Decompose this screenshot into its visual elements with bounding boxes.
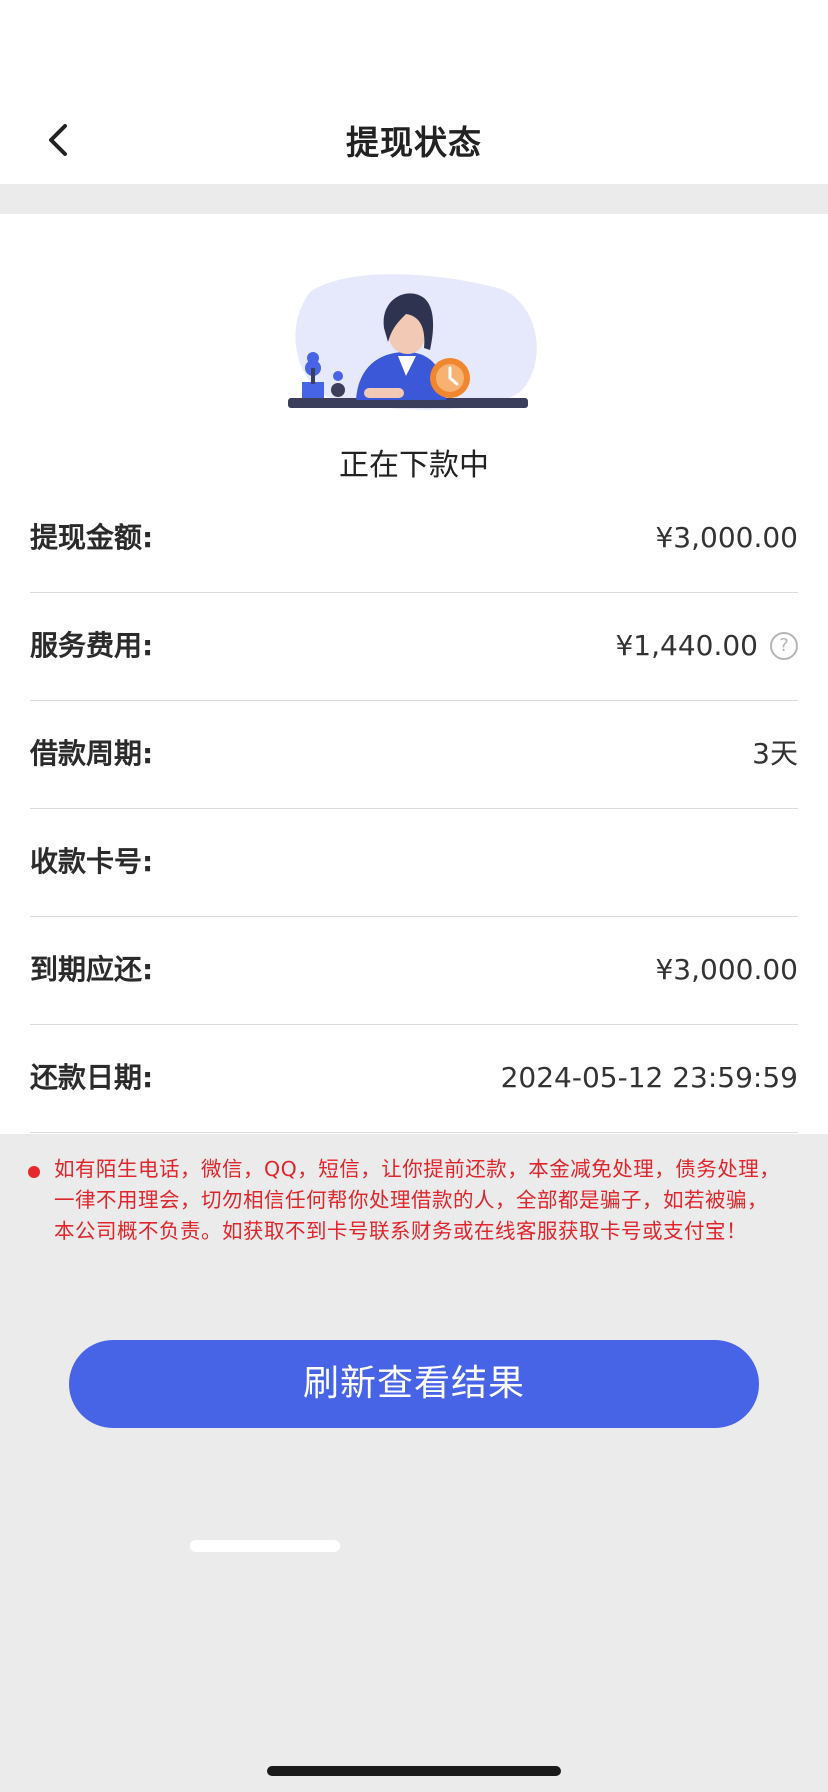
page-title: 提现状态 xyxy=(346,123,482,162)
home-indicator xyxy=(267,1766,561,1776)
redaction-mark xyxy=(190,1540,340,1552)
detail-row-due-date: 还款日期: 2024-05-12 23:59:59 xyxy=(30,1024,798,1133)
row-label: 借款周期: xyxy=(30,737,154,770)
status-card: 正在下款中 提现金额: ¥3,000.00 服务费用: ¥1,440.00 ? … xyxy=(0,214,828,1134)
row-value: ¥3,000.00 xyxy=(655,953,798,986)
row-label: 提现金额: xyxy=(30,521,154,554)
detail-row-amount: 提现金额: ¥3,000.00 xyxy=(30,484,798,593)
notice-text: 如有陌生电话，微信，QQ，短信，让你提前还款，本金减免处理，债务处理，一律不用理… xyxy=(54,1157,781,1243)
row-label: 收款卡号: xyxy=(30,845,154,878)
detail-row-service-fee: 服务费用: ¥1,440.00 ? xyxy=(30,592,798,701)
question-circle-icon[interactable]: ? xyxy=(770,632,798,660)
detail-row-due-amount: 到期应还: ¥3,000.00 xyxy=(30,916,798,1025)
detail-row-card-number: 收款卡号: xyxy=(30,808,798,917)
warning-dot-icon xyxy=(28,1166,40,1178)
status-text: 正在下款中 xyxy=(339,448,489,483)
detail-row-period: 借款周期: 3天 xyxy=(30,700,798,809)
row-value: 2024-05-12 23:59:59 xyxy=(500,1061,798,1094)
row-label: 还款日期: xyxy=(30,1061,154,1094)
row-label: 到期应还: xyxy=(30,953,154,986)
warning-notice: 如有陌生电话，微信，QQ，短信，让你提前还款，本金减免处理，债务处理，一律不用理… xyxy=(28,1154,788,1247)
row-value-wrap: ¥1,440.00 ? xyxy=(615,592,798,700)
row-value: ¥3,000.00 xyxy=(655,521,798,554)
refresh-button[interactable]: 刷新查看结果 xyxy=(69,1340,759,1428)
row-label: 服务费用: xyxy=(30,629,154,662)
row-value: ¥1,440.00 xyxy=(615,629,758,662)
row-value: 3天 xyxy=(752,737,798,770)
waiting-illustration xyxy=(288,274,537,410)
nav-bar: 提现状态 xyxy=(0,0,828,184)
